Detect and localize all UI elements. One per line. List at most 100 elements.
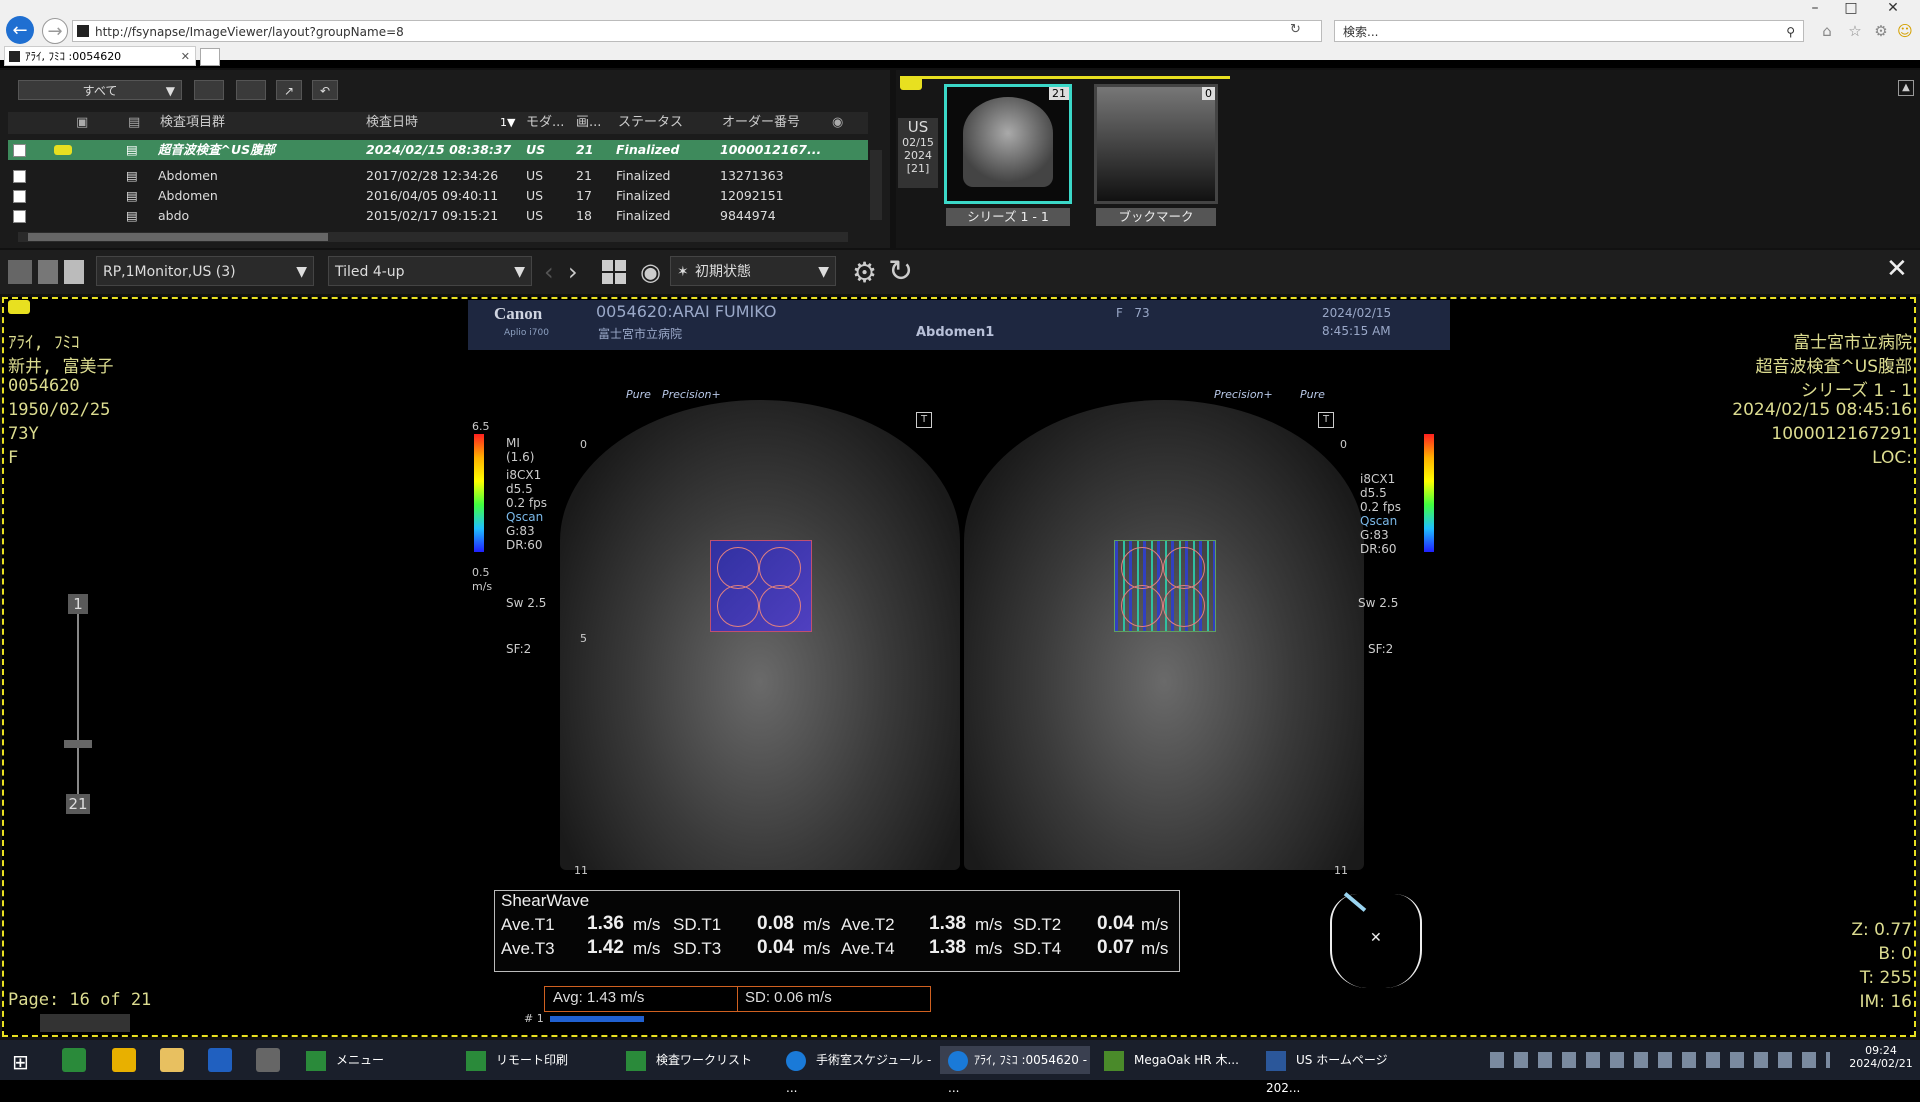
table-row[interactable]: ▤ Abdomen 2017/02/28 12:34:26 US 21 Fina… [8,166,868,186]
precision-label-right: Precision+ [1214,388,1273,401]
roi-t2[interactable] [1163,547,1205,589]
col-status[interactable]: ステータス [618,112,708,134]
col-order-number[interactable]: オーダー番号 [722,112,822,134]
search-input[interactable]: 検索... ⚲ [1334,20,1804,42]
monitor-preset-dropdown[interactable]: RP,1Monitor,US (3) ▼ [96,256,314,286]
roi-t4[interactable] [759,585,801,627]
refresh-viewer-icon[interactable]: ↻ [888,254,913,289]
back-button[interactable]: ← [6,16,34,44]
stop-tool-button[interactable] [236,80,266,100]
col-images[interactable]: 画... [576,112,606,134]
collapse-panel-icon[interactable]: ▲ [1898,80,1914,96]
col-exam-date[interactable]: 検査日時 [366,112,506,134]
transducer-t-icon: T [1318,412,1334,428]
bookmark-thumbnail[interactable]: 0 [1094,84,1218,204]
app-shortcut-icon[interactable] [208,1048,232,1072]
file-explorer-icon[interactable] [160,1048,184,1072]
row-checkbox[interactable] [13,190,26,203]
table-row[interactable]: ▤ 超音波検査^US腹部 2024/02/15 08:38:37 US 21 F… [8,140,868,160]
taskbar-item-menu[interactable]: メニュー [306,1046,456,1074]
close-window-icon[interactable]: ✕ [1878,0,1908,16]
vertical-scrollbar[interactable] [870,150,882,220]
roi-t2[interactable] [759,547,801,589]
address-bar[interactable]: http://fsynapse/ImageViewer/layout?group… [72,20,1322,42]
roi-t1[interactable] [1121,547,1163,589]
settings-icon[interactable]: ⚙ [852,256,877,289]
horizontal-scrollbar[interactable] [18,232,848,242]
browser-tab[interactable]: ｱﾗｲ, ﾌﾐｺ :0054620 ✕ [4,46,196,66]
roi-t3[interactable] [1121,585,1163,627]
row-checkbox[interactable] [13,170,26,183]
refresh-icon[interactable]: ↻ [1290,22,1301,37]
ultrasound-thumbnail-image [963,97,1053,187]
image-slider-handle[interactable] [64,740,92,748]
body-map-icon[interactable] [64,260,84,284]
shearwave-propagation-roi-right[interactable] [1114,540,1216,632]
minimize-icon[interactable]: – [1800,0,1830,16]
series-thumbnail[interactable]: 21 [944,84,1072,204]
row-checkbox[interactable] [13,210,26,223]
windows-start-icon[interactable]: ⊞ [12,1050,29,1074]
slider-min-label: 1 [68,594,88,614]
home-icon[interactable]: ⌂ [1818,22,1836,40]
taskbar-item-remote-print[interactable]: リモート印刷 [466,1046,616,1074]
table-row[interactable]: ▤ abdo 2015/02/17 09:15:21 US 18 Finaliz… [8,206,868,226]
tab-close-icon[interactable]: ✕ [181,47,190,67]
forward-button[interactable]: → [42,18,68,44]
taskbar-item-megaoak[interactable]: MegaOak HR 木... [1104,1046,1254,1074]
roi-t4[interactable] [1163,585,1205,627]
undo-icon[interactable]: ↶ [312,80,338,100]
favorites-icon[interactable]: ☆ [1846,22,1864,40]
layout-dropdown[interactable]: Tiled 4-up ▼ [328,256,532,286]
document-column-icon: ▤ [128,112,140,134]
table-row[interactable]: ▤ Abdomen 2016/04/05 09:40:11 US 17 Fina… [8,186,868,206]
settings-gear-icon[interactable]: ⚙ [1872,22,1890,40]
next-icon[interactable]: › [568,258,578,286]
roi-t1[interactable] [717,547,759,589]
copy-layers-icon[interactable] [8,260,32,284]
grid-layout-icon[interactable] [602,260,626,284]
image-slider-track[interactable] [77,614,79,800]
report-list-icon[interactable] [38,260,58,284]
viewport-mini-tools[interactable] [40,1014,130,1032]
scrollbar-thumb[interactable] [28,233,328,241]
filter-dropdown[interactable]: すべて ▼ [18,80,182,100]
patient-sex: F [8,448,19,468]
search-icon[interactable]: ⚲ [1786,21,1795,43]
row-status: Finalized [616,168,671,183]
col-modality[interactable]: モダ... [526,112,570,134]
row-checkbox[interactable] [13,144,26,157]
list-tool-button[interactable] [194,80,224,100]
taskbar-clock[interactable]: 09:24 2024/02/21 [1848,1044,1914,1070]
body-marker-cross-icon: ✕ [1370,930,1382,946]
camera-icon[interactable]: ◉ [640,258,661,286]
close-viewer-icon[interactable]: ✕ [1886,254,1908,284]
preset-dropdown[interactable]: ✶ 初期状態 ▼ [670,256,836,286]
ris-app-icon[interactable] [62,1048,86,1072]
taskbar-item-or-schedule[interactable]: 手術室スケジュール - ... [786,1046,936,1095]
patient-id: 0054620 [8,376,80,396]
smiley-icon[interactable]: ☺ [1896,22,1914,40]
param-sf-right: SF:2 [1368,642,1394,656]
study-tag-modality: US [907,118,929,136]
taskbar-item-worklist[interactable]: 検査ワークリスト [626,1046,776,1074]
docu-app-icon[interactable] [112,1048,136,1072]
study-tag[interactable]: US 02/15 2024 [21] [898,118,938,188]
cell-label: SD.T2 [1013,915,1062,934]
new-tab-button[interactable] [200,48,220,66]
study-status-icon [900,76,922,90]
exp-app-icon[interactable] [256,1048,280,1072]
shearwave-roi-left[interactable] [710,540,812,632]
share-icon[interactable]: ↗ [276,80,302,100]
ultrasound-image-right[interactable] [964,400,1364,870]
roi-t3[interactable] [717,585,759,627]
taskbar-item-viewer[interactable]: ｱﾗｲ, ﾌﾐｺ :0054620 - ... [940,1046,1090,1095]
system-tray-icons[interactable] [1490,1052,1830,1068]
previous-icon[interactable]: ‹ [544,258,554,286]
cell-unit: m/s [633,939,661,958]
image-column-icon: ▣ [76,112,92,134]
maximize-icon[interactable]: □ [1836,0,1866,16]
ultrasound-image-left[interactable] [560,400,960,870]
col-exam-group[interactable]: 検査項目群 [160,112,360,134]
taskbar-item-word[interactable]: US ホームページ 202... [1266,1046,1416,1095]
